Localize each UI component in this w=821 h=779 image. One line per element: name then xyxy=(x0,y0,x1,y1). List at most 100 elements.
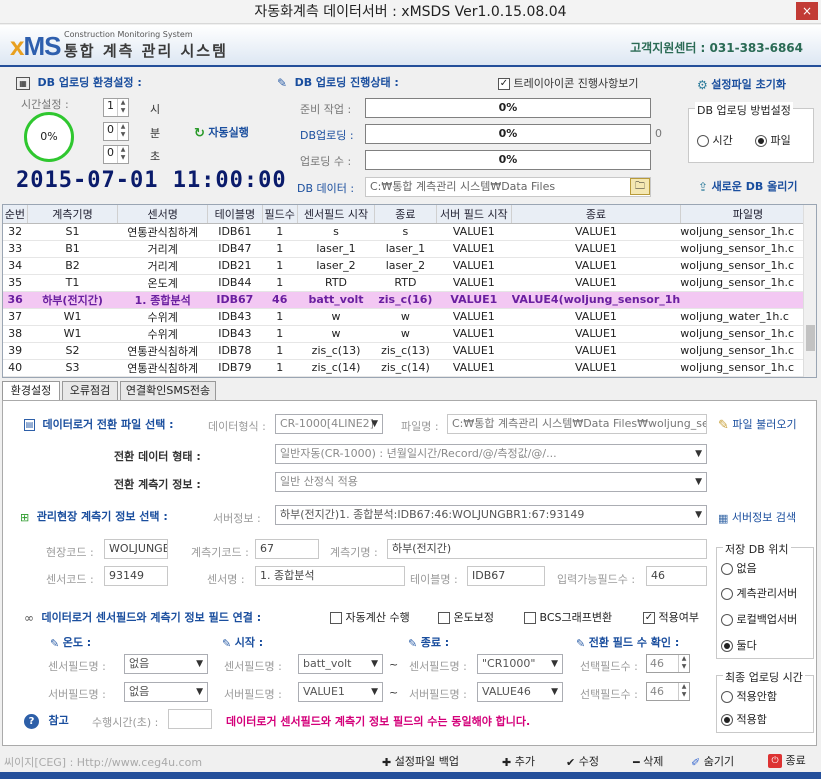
table-row[interactable]: 35 T1 온도계 IDB44 1 RTD RTD VALUE1 VALUE1 woljung_s… xyxy=(3,274,816,292)
radio-file[interactable] xyxy=(755,135,767,147)
method-file-radio[interactable]: 파일 xyxy=(755,132,791,148)
hour-spinner[interactable]: 1 ▲ ▼ xyxy=(103,98,129,117)
tab-env[interactable]: 환경설정 xyxy=(2,381,60,402)
table-cell: batt_volt xyxy=(297,291,375,309)
spinner-arrows-icon[interactable]: ▲ ▼ xyxy=(117,146,128,163)
auto-calc-option[interactable]: 자동계산 수행 xyxy=(330,609,410,625)
folder-icon[interactable]: 🗀 xyxy=(630,178,650,195)
column-header[interactable]: 테이블명 xyxy=(207,205,263,224)
radio-time[interactable] xyxy=(697,135,709,147)
table-row[interactable]: 38 W1 수위계 IDB43 1 w w VALUE1 VALUE1 woljung_senso… xyxy=(3,325,816,343)
reset-settings-button[interactable]: ⚙ 설정파일 초기화 xyxy=(697,76,786,92)
temp-corr-checkbox[interactable] xyxy=(438,612,450,624)
radio-apply[interactable] xyxy=(721,714,733,726)
tray-checkbox[interactable]: ✓ xyxy=(498,78,510,90)
file-load-button[interactable]: ✎ 파일 불러오기 xyxy=(718,416,797,433)
radio-server[interactable] xyxy=(721,588,733,600)
bcs-option[interactable]: BCS그래프변환 xyxy=(524,609,612,625)
table-row[interactable]: 40 S3 연통관식침하계 IDB79 1 zis_c(14) zis_c(14) VALUE… xyxy=(3,359,816,377)
table-scrollbar[interactable] xyxy=(803,205,816,377)
close-button[interactable]: × xyxy=(796,2,818,20)
delete-button[interactable]: ━ 삭제 xyxy=(633,753,663,769)
radio-both[interactable] xyxy=(721,640,733,652)
storage-opt-server[interactable]: 계측관리서버 xyxy=(721,585,797,601)
start-sensor-select[interactable]: batt_volt ▼ xyxy=(298,654,383,674)
table-row[interactable]: 39 S2 연통관식침하계 IDB78 1 zis_c(13) zis_c(13) VALUE… xyxy=(3,342,816,360)
ceg-link[interactable]: 씨이지[CEG] : Http://www.ceg4u.com xyxy=(4,754,202,770)
hide-button[interactable]: ✐ 숨기기 xyxy=(691,753,734,769)
tab-error-check[interactable]: 오류점검 xyxy=(62,381,118,401)
auto-run-button[interactable]: ↻ 자동실행 xyxy=(194,124,249,141)
spinner-arrows-icon[interactable]: ▲ ▼ xyxy=(117,99,128,116)
method-time-radio[interactable]: 시간 xyxy=(697,132,733,148)
apply-checkbox[interactable]: ✓ xyxy=(643,612,655,624)
table-row[interactable]: 37 W1 수위계 IDB43 1 w w VALUE1 VALUE1 woljung_water… xyxy=(3,308,816,326)
end-sensor-select[interactable]: "CR1000" ▼ xyxy=(477,654,563,674)
inst-code-input[interactable]: 67 xyxy=(255,539,319,559)
radio-no-apply[interactable] xyxy=(721,691,733,703)
scrollbar-thumb[interactable] xyxy=(806,325,815,351)
format-select[interactable]: CR-1000[4LINE2] ▼ xyxy=(275,414,383,434)
storage-opt-none[interactable]: 없음 xyxy=(721,560,757,576)
sensor-name-input[interactable]: 1. 종합분석 xyxy=(255,566,405,586)
spinner-arrows-icon[interactable]: ▲ ▼ xyxy=(678,683,689,700)
column-header[interactable]: 센서명 xyxy=(117,205,209,224)
column-header[interactable]: 서버 필드 시작 xyxy=(436,205,513,224)
server-search-button[interactable]: ▦ 서버정보 검색 xyxy=(718,509,796,525)
support-center: 고객지원센터 : 031-383-6864 xyxy=(630,41,803,55)
sensor-table[interactable]: 순번 계측기명 센서명 테이블명 필드수 센서필드 시작 종료 서버 필드 시작 종료 파일명 3… xyxy=(2,204,817,378)
radio-none[interactable] xyxy=(721,563,733,575)
backup-button[interactable]: ✚ 설정파일 백업 xyxy=(382,753,459,769)
column-header[interactable]: 종료 xyxy=(374,205,437,224)
column-header[interactable]: 종료 xyxy=(511,205,681,224)
sensor-code-input[interactable]: 93149 xyxy=(104,566,168,586)
column-header[interactable]: 필드수 xyxy=(262,205,298,224)
final-opt-yes[interactable]: 적용함 xyxy=(721,711,767,727)
edit-button[interactable]: ✔ 수정 xyxy=(566,753,599,769)
start-server-select[interactable]: VALUE1 ▼ xyxy=(298,682,383,702)
exit-button[interactable]: ⏻ 종료 xyxy=(768,752,806,768)
column-header[interactable]: 센서필드 시작 xyxy=(297,205,376,224)
spinner-arrows-icon[interactable]: ▲ ▼ xyxy=(678,655,689,672)
column-header[interactable]: 계측기명 xyxy=(27,205,119,224)
temp-corr-option[interactable]: 온도보정 xyxy=(438,609,494,625)
site-code-input[interactable]: WOLJUNGBI xyxy=(104,539,168,559)
table-row[interactable]: 32 S1 연통관식침하계 IDB61 1 s s VALUE1 VALUE1 woljung_s… xyxy=(3,223,816,241)
auto-calc-checkbox[interactable] xyxy=(330,612,342,624)
filename-input[interactable]: C:₩통합 계측관리 시스템₩Data Files₩woljung_ser xyxy=(447,414,707,434)
minute-spinner[interactable]: 0 ▲ ▼ xyxy=(103,122,129,141)
radio-local[interactable] xyxy=(721,614,733,626)
spinner-arrows-icon[interactable]: ▲ ▼ xyxy=(117,123,128,140)
table-cell: 수위계 xyxy=(117,325,208,343)
tab-sms[interactable]: 연결확인SMS전송 xyxy=(120,381,216,401)
input-count-input[interactable]: 46 xyxy=(646,566,707,586)
final-opt-no[interactable]: 적용안함 xyxy=(721,688,777,704)
inst-name-input[interactable]: 하부(전지간) xyxy=(387,539,707,559)
storage-opt-both[interactable]: 둘다 xyxy=(721,637,757,653)
end-server-select[interactable]: VALUE46 ▼ xyxy=(477,682,563,702)
tray-option[interactable]: ✓ 트레이아이콘 진행사항보기 xyxy=(498,75,638,91)
column-header[interactable]: 순번 xyxy=(3,205,28,224)
table-row[interactable]: 34 B2 거리계 IDB21 1 laser_2 laser_2 VALUE1 VALUE1 w… xyxy=(3,257,816,275)
conv-inst-select[interactable]: 일반 산정식 적용 ▼ xyxy=(275,472,707,492)
table-row[interactable]: 36 하부(전지간) 1. 종합분석 IDB67 46 batt_volt zis_c(16… xyxy=(3,291,816,309)
exec-time-input[interactable] xyxy=(168,709,212,729)
temp-sensor-select[interactable]: 없음 ▼ xyxy=(124,654,208,674)
apply-option[interactable]: ✓ 적용여부 xyxy=(643,609,699,625)
new-db-upload-button[interactable]: ⇪ 새로운 DB 올리기 xyxy=(698,178,797,194)
storage-opt-local[interactable]: 로컬백업서버 xyxy=(721,611,797,627)
second-spinner[interactable]: 0 ▲ ▼ xyxy=(103,145,129,164)
select-count-spinner-1[interactable]: 46 ▲ ▼ xyxy=(646,654,690,673)
temp-server-select[interactable]: 없음 ▼ xyxy=(124,682,208,702)
bcs-checkbox[interactable] xyxy=(524,612,536,624)
add-button[interactable]: ✚ 추가 xyxy=(502,753,535,769)
column-header[interactable]: 파일명 xyxy=(680,205,816,224)
table-name-input[interactable]: IDB67 xyxy=(467,566,545,586)
select-count-spinner-2[interactable]: 46 ▲ ▼ xyxy=(646,682,690,701)
table-row[interactable]: 33 B1 거리계 IDB47 1 laser_1 laser_1 VALUE1 VALUE1 w… xyxy=(3,240,816,258)
temp-server-label: 서버필드명 : xyxy=(48,688,106,701)
db-path-input[interactable]: C:₩통합 계측관리 시스템₩Data Files xyxy=(365,177,651,197)
server-info-select[interactable]: 하부(전지간)1. 종합분석:IDB67:46:WOLJUNGBR1:67:93… xyxy=(275,505,707,525)
table-cell: 하부(전지간) xyxy=(27,291,118,309)
conv-form-select[interactable]: 일반자동(CR-1000) : 년월일시간/Record/@/측정값/@/...… xyxy=(275,444,707,464)
